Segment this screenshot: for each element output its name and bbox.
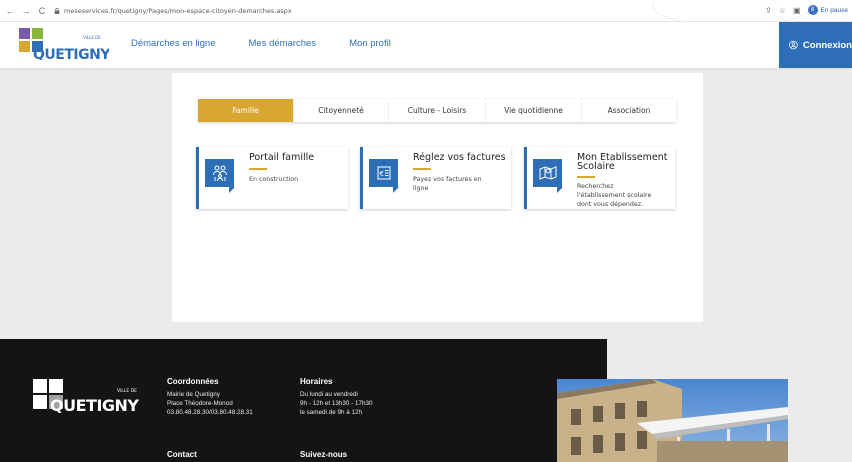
lock-icon [54,7,60,14]
school-map-icon [533,159,562,187]
invoice-icon: € [369,159,398,187]
connexion-label: Connexion [802,39,852,51]
user-icon [789,40,798,50]
tab-association[interactable]: Association [582,99,676,122]
tile-mon-etablissement[interactable]: Mon Etablissement Scolaire Recherchez l'… [524,147,675,209]
site-header: VILLE DE QUETIGNY Démarches en ligne Mes… [0,22,852,68]
tile-title: Portail famille [249,152,315,163]
nav-mon-profil[interactable]: Mon profil [349,38,391,49]
footer-line: Place Théodore-Monod [167,400,233,407]
nav-mes-demarches[interactable]: Mes démarches [249,38,317,49]
quetigny-logo[interactable]: VILLE DE QUETIGNY [19,28,109,60]
profile-status: En pause [820,6,848,14]
footer-social-heading: Suivez-nous [300,450,348,459]
footer-line: le samedi de 9h à 12h [300,409,362,416]
sidepanel-icon[interactable]: ▣ [793,6,801,15]
tile-description-line-3: dont vous dépendez. [577,201,644,208]
footer-line: Mairie de Quetigny [167,391,220,398]
tile-description-line-1: Payez vos factures en [413,176,482,183]
footer-phone-link[interactable]: 03.80.48.28.30/03.80.48.28.31 [167,408,253,417]
reload-icon[interactable]: C [36,6,48,16]
svg-text:QUETIGNY: QUETIGNY [33,47,109,60]
nav-demarches-en-ligne[interactable]: Démarches en ligne [131,38,216,49]
bookmark-star-icon[interactable]: ☆ [779,6,786,15]
share-icon[interactable]: ⇪ [765,6,772,15]
category-tabs: Famille Citoyenneté Culture - Loisirs Vi… [198,99,676,122]
tile-description-line-1: Recherchez [577,183,614,190]
profile-button[interactable]: 8 En pause [807,5,848,15]
connexion-button[interactable]: Connexion [779,22,852,68]
tile-description-line-2: l'établissement scolaire [577,192,652,199]
services-panel: Famille Citoyenneté Culture - Loisirs Vi… [172,73,703,322]
main-nav: Démarches en ligne Mes démarches Mon pro… [131,38,424,49]
footer-heading: Horaires [300,377,333,386]
tile-title-line-2: Scolaire [577,161,615,172]
url-text: meseservices.fr/quetigny/Pages/mon-espac… [64,6,292,15]
site-footer: VILLE DE QUETIGNY Coordonnées Mairie de … [0,339,607,462]
footer-contact-heading[interactable]: Contact [167,450,197,459]
tab-vie-quotidienne[interactable]: Vie quotidienne [486,99,582,122]
tile-reglez-factures[interactable]: € Réglez vos factures Payez vos factures… [360,147,511,209]
forward-icon[interactable]: → [20,6,32,16]
tile-description: En construction [249,176,299,183]
tile-portail-famille[interactable]: Portail famille En construction [196,147,348,209]
svg-text:VILLE DE: VILLE DE [83,35,101,40]
footer-horaires: Horaires Du lundi au vendredi 9h - 12h e… [300,377,372,417]
footer-line: 9h - 12h et 13h30 - 17h30 [300,400,373,407]
tile-title: Réglez vos factures [413,152,506,163]
tile-accent-bar [577,176,595,178]
address-bar[interactable]: meseservices.fr/quetigny/Pages/mon-espac… [54,7,292,15]
tile-accent-bar [413,168,431,170]
avatar: 8 [807,5,818,15]
tab-culture-loisirs[interactable]: Culture - Loisirs [389,99,486,122]
footer-line: Du lundi au vendredi [300,391,358,398]
footer-contact: Contact [167,450,197,462]
town-hall-photo [557,379,788,462]
svg-text:QUETIGNY: QUETIGNY [50,396,139,413]
tab-famille[interactable]: Famille [198,99,294,122]
tile-accent-bar [249,168,267,170]
footer-heading: Coordonnées [167,377,219,386]
footer-quetigny-logo[interactable]: VILLE DE QUETIGNY [33,379,143,413]
svg-text:VILLE DE: VILLE DE [117,388,137,394]
back-icon[interactable]: ← [4,6,16,16]
browser-toolbar: ← → C meseservices.fr/quetigny/Pages/mon… [0,0,852,26]
footer-coordonnees: Coordonnées Mairie de Quetigny Place Thé… [167,377,253,417]
tab-citoyennete[interactable]: Citoyenneté [294,99,389,122]
family-icon [205,159,234,187]
tile-description-line-2: ligne [413,185,429,192]
footer-social: Suivez-nous [300,450,347,462]
svg-text:€: € [379,170,383,178]
